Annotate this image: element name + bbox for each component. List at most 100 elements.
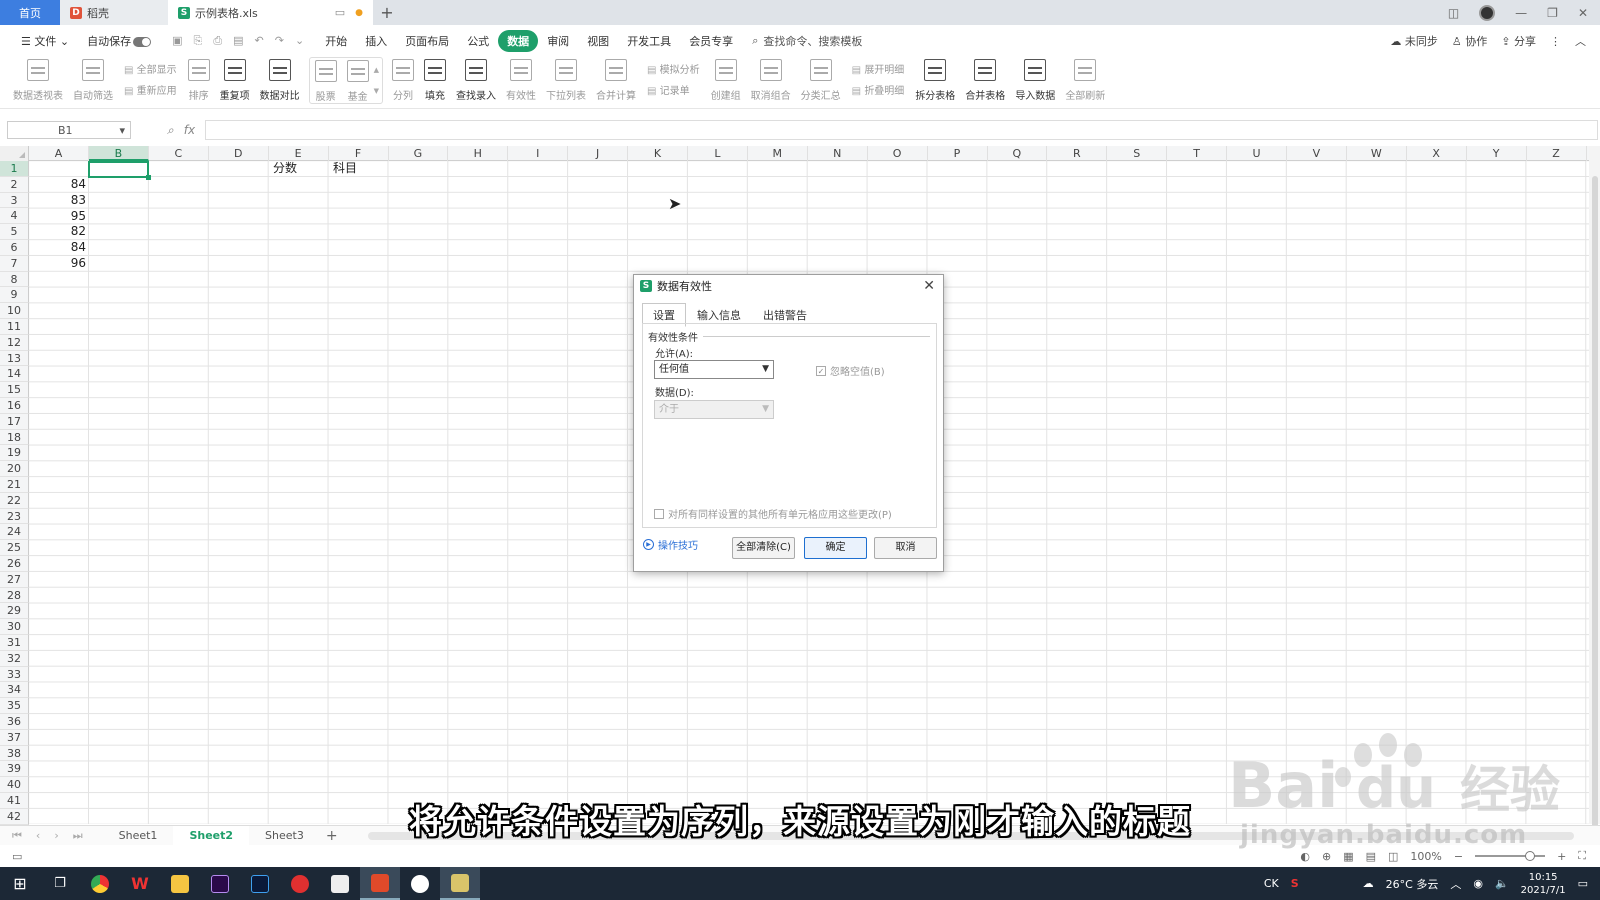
share-button[interactable]: ⇪ 分享 [1501,33,1536,49]
pivot-table-button[interactable]: 数据透视表 [8,57,68,102]
preview-icon[interactable]: ▤ [233,34,243,48]
menu-item-member[interactable]: 会员专享 [680,30,742,52]
normal-view-icon[interactable]: ▦ [1343,850,1353,863]
dropdown-list-button[interactable]: 下拉列表 [541,57,591,102]
ignore-blank-checkbox[interactable]: ✓ 忽略空值(B) [816,363,885,378]
premiere-icon[interactable] [200,867,240,900]
row-header-7[interactable]: 7 [0,255,29,272]
sort-button[interactable]: 排序 [183,57,215,102]
column-header-p[interactable]: P [928,146,988,161]
column-header-z[interactable]: Z [1527,146,1587,161]
zoom-search-icon[interactable]: ⌕ [167,123,174,138]
recording-app-icon[interactable] [440,867,480,900]
row-header-11[interactable]: 11 [0,319,29,335]
row-header-17[interactable]: 17 [0,413,29,430]
page-break-icon[interactable]: ◫ [1388,850,1398,863]
split-column-button[interactable]: 分列 [387,57,419,102]
column-header-a[interactable]: A [29,146,89,161]
column-header-e[interactable]: E [269,146,329,161]
cell-a6[interactable]: 84 [29,239,86,255]
autofilter-button[interactable]: 自动筛选 [68,57,118,102]
column-header-k[interactable]: K [628,146,688,161]
scroll-thumb[interactable] [1592,176,1598,900]
row-header-2[interactable]: 2 [0,176,29,193]
volume-icon[interactable]: 🔈 [1495,877,1509,890]
fill-button[interactable]: 填充 [419,57,451,102]
close-icon[interactable]: ✕ [923,278,935,294]
cell-a3[interactable]: 83 [29,192,86,208]
row-header-25[interactable]: 25 [0,540,29,556]
row-header-18[interactable]: 18 [0,429,29,446]
customize-icon[interactable]: ⌄ [295,34,304,48]
row-header-4[interactable]: 4 [0,208,29,225]
menu-item-review[interactable]: 审阅 [538,30,578,52]
row-header-20[interactable]: 20 [0,461,29,477]
menu-item-start[interactable]: 开始 [316,30,356,52]
validity-button[interactable]: 有效性 [501,57,541,102]
row-header-24[interactable]: 24 [0,524,29,541]
tab-file[interactable]: S 示例表格.xls ▭ ● [168,0,373,25]
menu-item-data[interactable]: 数据 [498,30,539,52]
name-box[interactable]: B1 ▾ [7,121,131,139]
column-header-c[interactable]: C [149,146,209,161]
column-header-i[interactable]: I [508,146,569,161]
clock[interactable]: 10:15 2021/7/1 [1521,871,1566,897]
row-header-37[interactable]: 37 [0,729,29,746]
close-window-icon[interactable]: ✕ [1578,6,1588,20]
column-header-j[interactable]: J [568,146,629,161]
row-header-38[interactable]: 38 [0,745,29,762]
menu-item-view[interactable]: 视图 [578,30,618,52]
row-header-15[interactable]: 15 [0,382,29,398]
row-header-39[interactable]: 39 [0,761,29,778]
freeze-icon[interactable]: ⊕ [1322,850,1331,863]
merge-table-button[interactable]: 合并表格 [960,57,1010,102]
row-header-21[interactable]: 21 [0,477,29,493]
refresh-all-button[interactable]: 全部刷新 [1060,57,1110,102]
chrome-icon[interactable] [80,867,120,900]
lookup-button[interactable]: 查找录入 [451,57,501,102]
row-header-36[interactable]: 36 [0,714,29,730]
expand-detail-button[interactable]: 展开明细 [852,61,904,76]
row-header-40[interactable]: 40 [0,777,29,793]
column-header-u[interactable]: U [1227,146,1287,161]
row-header-34[interactable]: 34 [0,682,29,699]
cell-e1[interactable]: 分数 [273,160,297,176]
restore-icon[interactable]: ❐ [1547,6,1558,20]
reapply-button[interactable]: 重新应用 [124,82,177,97]
function-icon[interactable]: fx [184,123,195,138]
tips-link[interactable]: ▶ 操作技巧 [643,537,698,552]
row-header-1[interactable]: 1 [0,161,29,177]
column-header-w[interactable]: W [1347,146,1407,161]
cell-a5[interactable]: 82 [29,223,86,239]
row-header-22[interactable]: 22 [0,492,29,509]
wps-icon[interactable]: W [120,867,160,900]
row-header-10[interactable]: 10 [0,303,29,319]
zoom-slider[interactable] [1475,851,1546,861]
tab-docer[interactable]: D 稻壳 [60,0,168,25]
record-button[interactable]: 记录单 [647,82,700,97]
menu-item-developer[interactable]: 开发工具 [618,30,680,52]
allow-select[interactable]: 任何值 ▼ [654,360,774,379]
menu-item-insert[interactable]: 插入 [356,30,396,52]
row-header-30[interactable]: 30 [0,619,29,635]
macro-icon[interactable]: ▭ [12,850,22,863]
undo-icon[interactable]: ↶ [255,34,264,48]
file-explorer-icon[interactable] [160,867,200,900]
cell-a2[interactable]: 84 [29,176,86,192]
column-header-x[interactable]: X [1407,146,1467,161]
create-group-button[interactable]: 创建组 [706,57,746,102]
row-header-9[interactable]: 9 [0,287,29,304]
weather-label[interactable]: 26°C 多云 [1386,876,1439,892]
column-header-t[interactable]: T [1167,146,1228,161]
photoshop-icon[interactable] [240,867,280,900]
windows-start-icon[interactable]: ⊞ [0,867,40,900]
column-header-b[interactable]: B [88,146,149,161]
autosave-toggle[interactable]: 自动保存 [78,30,160,52]
print-icon[interactable]: ⎙ [213,34,222,48]
row-header-29[interactable]: 29 [0,603,29,620]
row-header-35[interactable]: 35 [0,698,29,714]
vertical-scrollbar[interactable] [1589,146,1600,900]
app-icon[interactable] [320,867,360,900]
row-header-31[interactable]: 31 [0,635,29,651]
menu-item-formula[interactable]: 公式 [458,30,498,52]
